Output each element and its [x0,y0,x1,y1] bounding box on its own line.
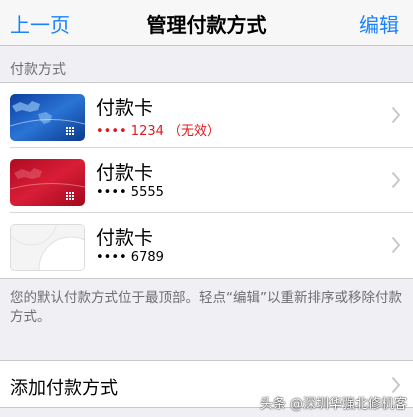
card-title: 付款卡 [96,162,154,184]
chevron-right-icon [391,171,401,189]
payment-card-list: 付款卡 •••• 1234 （无效） 付款卡 •••• 5555 付款卡 •••… [0,82,413,279]
edit-button[interactable]: 编辑 [359,9,399,38]
card-number-invalid: •••• 1234 （无效） [96,124,221,139]
footer-note: 您的默认付款方式位于最顶部。轻点“编辑”以重新排序或移除付款方式。 [10,290,402,325]
red-card-thumbnail [10,159,85,206]
card-title: 付款卡 [96,227,154,249]
card-number: •••• 6789 [96,250,164,265]
navigation-bar: 上一页 管理付款方式 编辑 [0,0,413,46]
white-card-thumbnail [10,224,85,271]
chevron-right-icon [391,376,401,394]
chevron-right-icon [391,106,401,124]
blue-card-thumbnail [10,94,85,141]
payment-card-row-2[interactable]: 付款卡 •••• 5555 [0,148,413,213]
card-number: •••• 5555 [96,185,164,200]
page-title: 管理付款方式 [146,13,267,37]
watermark: 头条 @深圳华强北修机客 [259,397,407,412]
chevron-right-icon [391,236,401,254]
payment-card-row-1[interactable]: 付款卡 •••• 1234 （无效） [0,83,413,148]
section-header: 付款方式 [10,62,66,78]
payment-card-row-3[interactable]: 付款卡 •••• 6789 [0,213,413,278]
add-payment-method-label: 添加付款方式 [10,378,118,399]
card-title: 付款卡 [96,97,154,119]
